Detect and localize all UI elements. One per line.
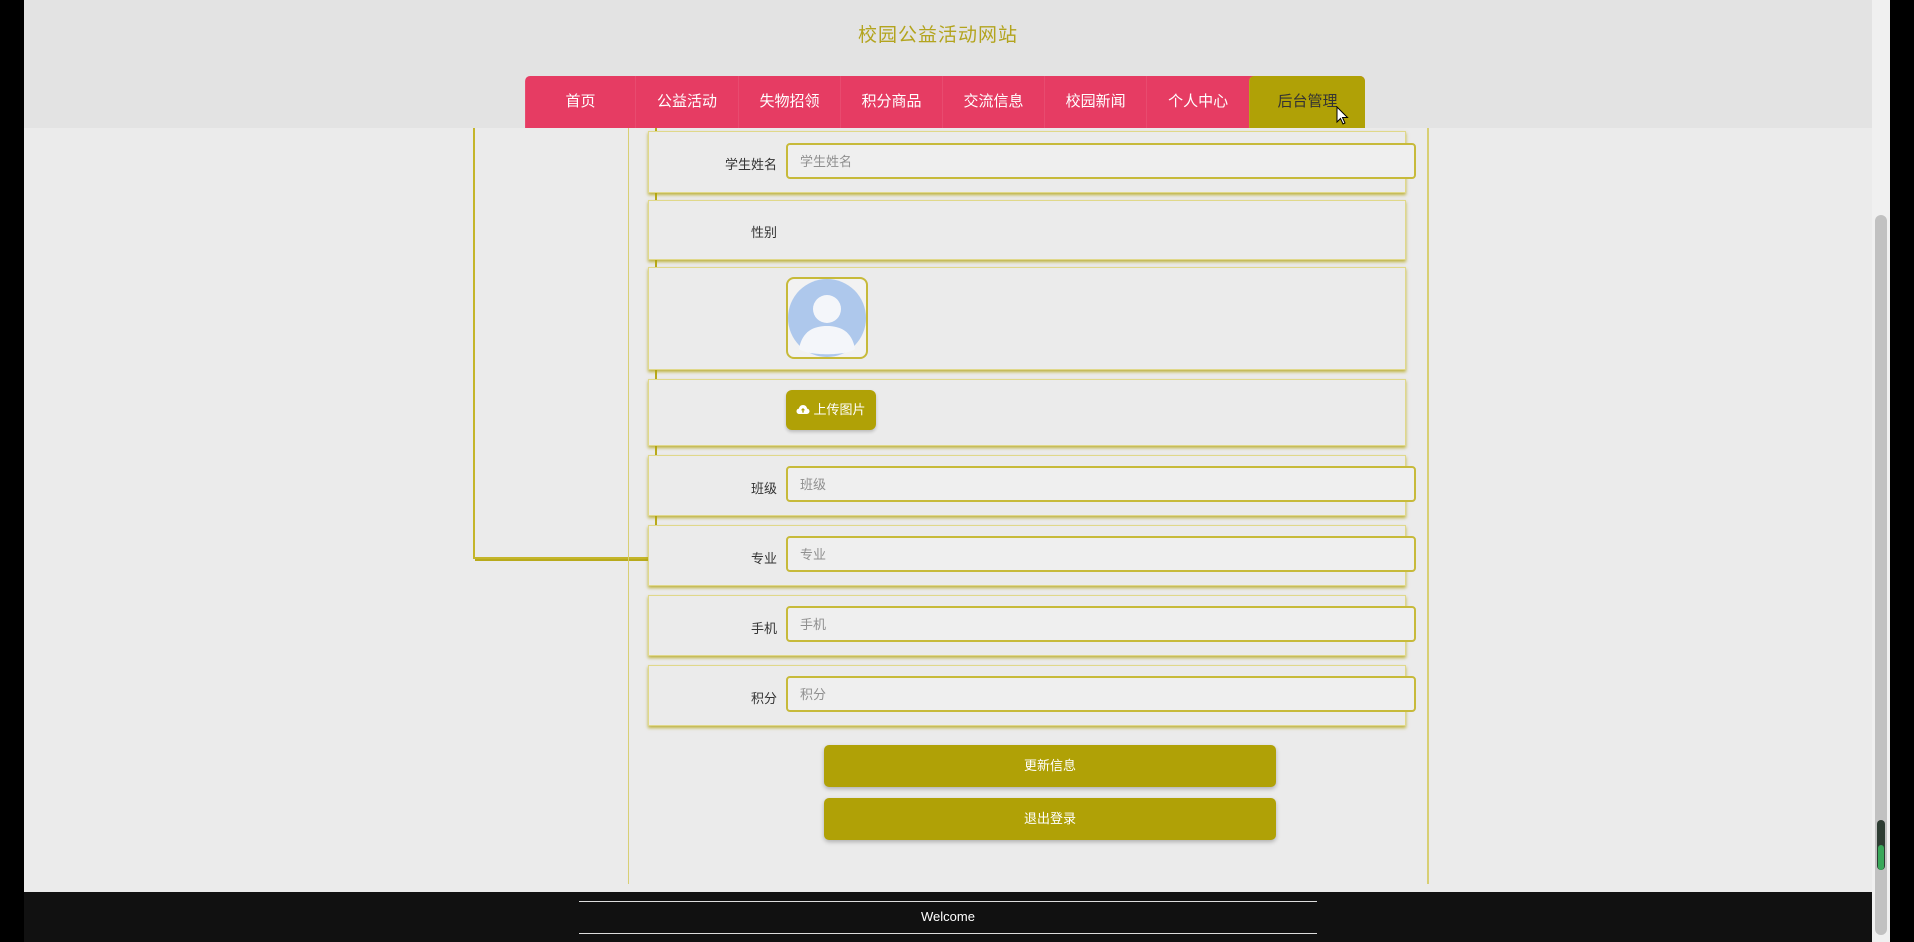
page-viewport: 校园公益活动网站 首页 公益活动 失物招领 积分商品 交流信息 校园新闻 个人中… [24,0,1872,942]
site-footer: Welcome [24,892,1872,942]
site-title: 校园公益活动网站 [857,25,1018,46]
scroll-indicator-icon [1877,820,1885,870]
points-input[interactable] [786,676,1416,712]
points-label: 积分 [750,691,777,706]
form-row-class: 班级 [648,455,1416,516]
nav-item-personal-center[interactable]: 个人中心 [1146,76,1249,128]
form-row-upload: 上传图片 [648,379,1406,446]
nav-item-news[interactable]: 校园新闻 [1044,76,1146,128]
class-input[interactable] [786,466,1416,502]
logout-button[interactable]: 退出登录 [824,798,1276,840]
major-input[interactable] [786,536,1416,572]
update-info-button[interactable]: 更新信息 [824,745,1276,787]
class-label: 班级 [750,481,777,496]
footer-welcome-text: Welcome [921,909,975,924]
nav-item-activities[interactable]: 公益活动 [634,76,738,128]
nav-item-home[interactable]: 首页 [525,76,635,128]
form-row-name: 学生姓名 [648,131,1416,193]
mouse-cursor-icon [1336,106,1349,125]
nav-item-exchange[interactable]: 交流信息 [942,76,1044,128]
footer-divider-bottom [579,933,1317,934]
phone-label: 手机 [750,621,777,636]
site-header: 校园公益活动网站 首页 公益活动 失物招领 积分商品 交流信息 校园新闻 个人中… [24,0,1872,128]
cloud-upload-icon [796,405,810,414]
phone-input[interactable] [786,606,1416,642]
major-label: 专业 [750,551,777,566]
avatar [786,277,868,359]
main-nav: 首页 公益活动 失物招领 积分商品 交流信息 校园新闻 个人中心 后台管理 [525,76,1365,128]
form-row-phone: 手机 [648,595,1416,656]
name-label: 学生姓名 [724,157,777,172]
scroll-indicator-fill [1878,845,1884,870]
form-row-avatar [648,267,1406,370]
gender-label: 性别 [750,225,777,240]
name-input[interactable] [786,143,1416,179]
form-row-gender: 性别 [648,200,1406,260]
nav-item-points-goods[interactable]: 积分商品 [840,76,942,128]
footer-divider-top [579,901,1317,902]
form-row-major: 专业 [648,525,1416,586]
upload-image-label: 上传图片 [813,402,866,417]
page-scrollbar[interactable] [1872,0,1890,942]
form-row-points: 积分 [648,665,1416,726]
default-avatar-icon [788,279,866,357]
upload-image-button[interactable]: 上传图片 [786,390,876,430]
nav-item-lost-found[interactable]: 失物招领 [737,76,840,128]
